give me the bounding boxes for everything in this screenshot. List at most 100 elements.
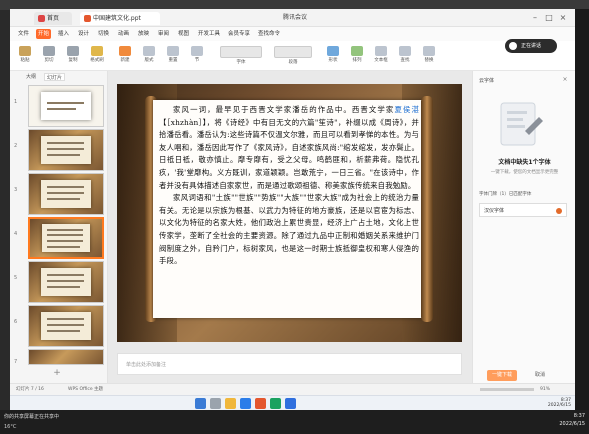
menu-search[interactable]: 查找命令 — [256, 29, 282, 39]
wps-home-icon — [38, 15, 45, 22]
find-label: 查找 — [400, 58, 410, 63]
start-icon[interactable] — [195, 398, 206, 409]
paragraph-1: 家风一词，最早见于西晋文学家潘岳的作品中。西晋文学家夏侯湛【［xhzhàn］】，… — [159, 104, 419, 192]
slide-number: 6 — [14, 319, 18, 325]
slide-number: 4 — [14, 231, 18, 237]
slide-thumbnail[interactable] — [28, 261, 104, 303]
paragraph-icon — [274, 46, 312, 58]
cut-button[interactable]: 剪切 — [38, 45, 60, 67]
new-slide-button[interactable]: 新建 — [114, 45, 136, 67]
font-box-icon — [220, 46, 262, 58]
system-clock[interactable]: 8:37 2022/6/15 — [525, 398, 571, 408]
menu-home[interactable]: 开始 — [36, 29, 52, 39]
font-name: 汉仪字体 — [484, 208, 505, 214]
tab-outline[interactable]: 大纲 — [24, 73, 38, 81]
close-icon[interactable]: × — [561, 76, 569, 84]
format-painter-button[interactable]: 格式刷 — [86, 45, 108, 67]
textbox-icon — [375, 46, 387, 56]
wps-icon[interactable] — [255, 398, 266, 409]
menu-transition[interactable]: 切换 — [96, 29, 111, 39]
brush-icon — [91, 46, 103, 56]
tab-document[interactable]: 中国建筑文化.ppt — [80, 12, 160, 25]
panel-title: 云字体 — [479, 78, 495, 84]
new-slide-label: 新建 — [120, 58, 130, 63]
maximize-icon[interactable]: □ — [544, 13, 554, 23]
sharing-notice[interactable]: 你的共享屏幕正在共享中 — [4, 412, 164, 422]
taskbar: 8:37 2022/6/15 — [10, 395, 575, 410]
close-window-icon[interactable]: × — [558, 13, 568, 23]
slide-thumbnail[interactable] — [28, 349, 104, 365]
reset-label: 重置 — [168, 58, 178, 63]
copy-button[interactable]: 复制 — [62, 45, 84, 67]
paragraph-2: 家风词语和"土族""世族""势族""大族""世家大族"成为社会上的统治力量有关。… — [159, 193, 419, 266]
tab-slides[interactable]: 幻灯片 — [44, 73, 66, 81]
slide-thumbnail[interactable] — [28, 129, 104, 171]
menu-review[interactable]: 审阅 — [156, 29, 171, 39]
download-button[interactable]: 一键下载 — [487, 370, 517, 381]
reset-button[interactable]: 重置 — [162, 45, 184, 67]
paragraph-group[interactable]: 段落 — [270, 45, 316, 67]
slide[interactable]: 家风一词，最早见于西晋文学家潘岳的作品中。西晋文学家夏侯湛【［xhzhàn］】，… — [117, 84, 462, 342]
browser-icon[interactable] — [240, 398, 251, 409]
font-group[interactable]: 字体 — [216, 45, 266, 67]
new-slide-icon — [119, 46, 131, 56]
copy-icon — [67, 46, 79, 56]
menu-file[interactable]: 文件 — [16, 29, 31, 39]
search-taskbar-icon[interactable] — [210, 398, 221, 409]
monitor-edge — [575, 9, 589, 410]
menu-animation[interactable]: 动画 — [116, 29, 131, 39]
shape-button[interactable]: 形状 — [322, 45, 344, 67]
missing-font-heading: 文档中缺失1个字体 — [498, 159, 551, 166]
slide-canvas-area: 家风一词，最早见于西晋文学家潘岳的作品中。西晋文学家夏侯湛【［xhzhàn］】，… — [108, 71, 472, 383]
slide-thumbnail[interactable] — [28, 305, 104, 347]
layout-button[interactable]: 版式 — [138, 45, 160, 67]
replace-button[interactable]: 替换 — [418, 45, 440, 67]
paragraph-1-start: 家风一词，最早见于西晋文学家潘岳的作品中。西晋文学家 — [173, 105, 395, 114]
tab-document-label: 中国建筑文化.ppt — [93, 15, 141, 22]
slide-number: 5 — [14, 275, 18, 281]
cancel-button[interactable]: 取消 — [525, 370, 555, 381]
wechat-icon[interactable] — [270, 398, 281, 409]
menu-developer[interactable]: 开发工具 — [196, 29, 222, 39]
search-icon — [399, 46, 411, 56]
layout-label: 版式 — [144, 58, 154, 63]
find-button[interactable]: 查找 — [394, 45, 416, 67]
menu-design[interactable]: 设计 — [76, 29, 91, 39]
textbox-button[interactable]: 文本框 — [370, 45, 392, 67]
zoom-slider[interactable] — [480, 388, 534, 391]
minimize-icon[interactable]: – — [530, 13, 540, 23]
menu-slideshow[interactable]: 放映 — [136, 29, 151, 39]
scissors-icon — [43, 46, 55, 56]
notes-field[interactable]: 单击此处添加备注 — [117, 353, 462, 375]
add-slide-button[interactable]: + — [50, 368, 64, 378]
slide-thumbnail[interactable] — [28, 85, 104, 127]
menu-view[interactable]: 视图 — [176, 29, 191, 39]
window-titlebar: 首页 中国建筑文化.ppt 腾讯会议 – □ × — [10, 9, 575, 27]
slide-thumbnail-selected[interactable] — [28, 217, 104, 259]
slide-text-box[interactable]: 家风一词，最早见于西晋文学家潘岳的作品中。西晋文学家夏侯湛【［xhzhàn］】，… — [159, 104, 419, 316]
menu-insert[interactable]: 插入 — [56, 29, 71, 39]
paragraph-label: 段落 — [288, 60, 298, 65]
clock-date: 2022/6/15 — [547, 402, 571, 408]
tencent-meeting-icon[interactable] — [285, 398, 296, 409]
missing-font-label: 字体门牌（1）已匹配字体 — [479, 192, 532, 197]
weather-widget[interactable]: 16°C — [4, 422, 44, 432]
host-clock[interactable]: 8:37 2022/6/15 — [540, 412, 585, 430]
meeting-speaking-indicator[interactable]: 正在讲话 — [505, 39, 557, 53]
arrange-button[interactable]: 排列 — [346, 45, 368, 67]
section-icon — [191, 46, 203, 56]
replace-label: 替换 — [424, 58, 434, 63]
slide-number: 2 — [14, 143, 18, 149]
slide-number: 7 — [14, 359, 18, 365]
cut-label: 剪切 — [44, 58, 54, 63]
download-status-icon — [556, 208, 562, 214]
section-button[interactable]: 节 — [186, 45, 208, 67]
tab-home[interactable]: 首页 — [34, 12, 72, 25]
menu-member[interactable]: 会员专享 — [226, 29, 252, 39]
slide-thumbnail[interactable] — [28, 173, 104, 215]
hyperlink-xiahouzhan[interactable]: 夏侯湛 — [394, 105, 419, 114]
file-explorer-icon[interactable] — [225, 398, 236, 409]
ppt-file-icon — [84, 15, 91, 22]
font-list-item[interactable]: 汉仪字体 — [479, 203, 567, 217]
paste-button[interactable]: 粘贴 — [14, 45, 36, 67]
